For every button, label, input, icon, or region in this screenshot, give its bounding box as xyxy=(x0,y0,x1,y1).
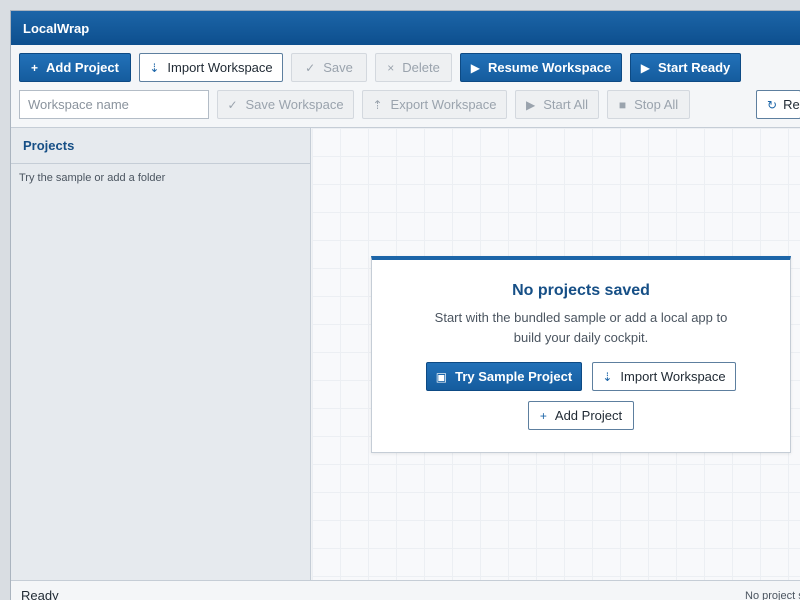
title-bar: LocalWrap xyxy=(11,11,800,45)
empty-state-card: No projects saved Start with the bundled… xyxy=(371,256,791,453)
export-workspace-label: Export Workspace xyxy=(390,97,497,112)
app-window: LocalWrap + Add Project ⇣ Import Workspa… xyxy=(10,10,800,600)
toolbar: + Add Project ⇣ Import Workspace ✓ Save … xyxy=(11,45,800,128)
refresh-icon: ↻ xyxy=(767,97,778,112)
stop-all-button[interactable]: ■ Stop All xyxy=(607,90,690,119)
empty-state-description: Start with the bundled sample or add a l… xyxy=(434,310,728,345)
square-icon: ▣ xyxy=(435,369,448,384)
resume-workspace-button[interactable]: ▶ Resume Workspace xyxy=(460,53,622,82)
start-ready-label: Start Ready xyxy=(657,60,731,75)
check-icon: ✓ xyxy=(305,60,316,75)
empty-add-project-label: Add Project xyxy=(554,408,623,423)
resume-workspace-label: Resume Workspace xyxy=(487,60,612,75)
status-detail: No project s xyxy=(745,590,800,600)
save-label: Save xyxy=(323,60,353,75)
delete-button[interactable]: × Delete xyxy=(375,53,452,82)
save-button[interactable]: ✓ Save xyxy=(291,53,367,82)
download-arrow-icon: ⇣ xyxy=(149,60,160,75)
sidebar-hint: Try the sample or add a folder xyxy=(19,172,166,184)
try-sample-label: Try Sample Project xyxy=(455,369,573,384)
play-icon: ▶ xyxy=(525,97,536,112)
add-project-label: Add Project xyxy=(46,60,119,75)
import-workspace-button[interactable]: ⇣ Import Workspace xyxy=(139,53,283,82)
export-workspace-button[interactable]: ⇡ Export Workspace xyxy=(362,90,507,119)
sidebar-title: Projects xyxy=(11,128,310,164)
upload-arrow-icon: ⇡ xyxy=(372,97,383,112)
empty-state-title: No projects saved xyxy=(512,282,650,299)
empty-import-label: Import Workspace xyxy=(620,369,726,384)
empty-import-workspace-button[interactable]: ⇣ Import Workspace xyxy=(592,362,736,391)
delete-label: Delete xyxy=(402,60,440,75)
stop-all-label: Stop All xyxy=(634,97,679,112)
play-icon: ▶ xyxy=(470,60,480,75)
x-icon: × xyxy=(387,60,395,75)
save-workspace-button[interactable]: ✓ Save Workspace xyxy=(217,90,354,119)
window-title: LocalWrap xyxy=(23,20,90,36)
add-project-button[interactable]: + Add Project xyxy=(19,53,131,82)
start-all-button[interactable]: ▶ Start All xyxy=(515,90,599,119)
stop-square-icon: ■ xyxy=(618,97,627,112)
play-icon: ▶ xyxy=(640,60,650,75)
start-all-label: Start All xyxy=(543,97,589,112)
import-workspace-label: Import Workspace xyxy=(167,60,273,75)
save-workspace-label: Save Workspace xyxy=(245,97,344,112)
start-ready-button[interactable]: ▶ Start Ready xyxy=(630,53,741,82)
check-icon: ✓ xyxy=(227,97,238,112)
status-bar: Ready No project s xyxy=(11,580,800,600)
try-sample-project-button[interactable]: ▣ Try Sample Project xyxy=(426,362,582,391)
plus-icon: + xyxy=(31,60,39,75)
workspace-name-input[interactable] xyxy=(19,90,209,119)
status-text: Ready xyxy=(21,588,59,600)
refresh-button[interactable]: ↻ Re xyxy=(756,90,800,119)
projects-sidebar: Projects Try the sample or add a folder xyxy=(11,128,311,580)
plus-icon: + xyxy=(539,408,547,423)
empty-add-project-button[interactable]: + Add Project xyxy=(528,401,634,430)
download-arrow-icon: ⇣ xyxy=(602,369,613,384)
refresh-label: Re xyxy=(783,97,800,112)
